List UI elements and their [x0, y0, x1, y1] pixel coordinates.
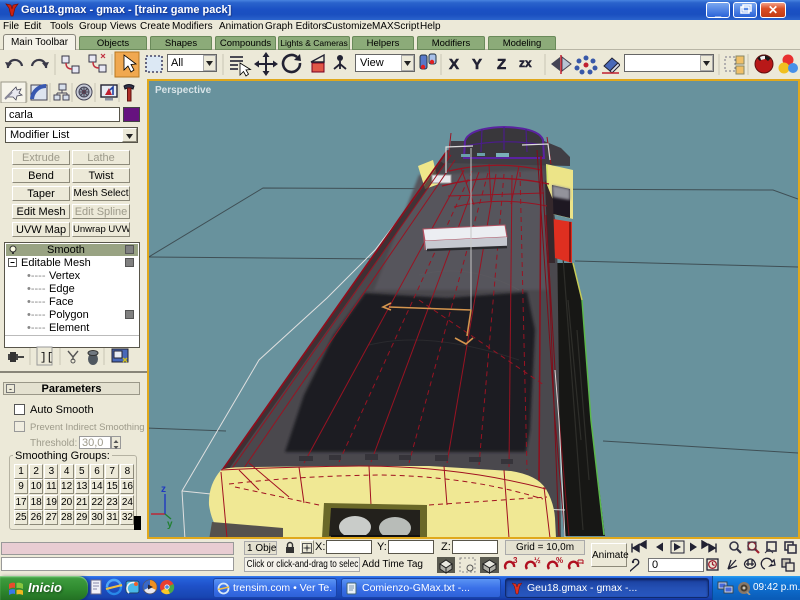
svg-text:y: y — [167, 519, 173, 530]
svg-text:zx: zx — [519, 56, 532, 70]
svg-text:X: X — [449, 56, 459, 73]
svg-text:½: ½ — [534, 556, 541, 565]
svg-text:%: % — [556, 556, 563, 565]
svg-text:Z: Z — [497, 56, 506, 73]
svg-text:3: 3 — [513, 556, 518, 565]
svg-text:Perspective: Perspective — [155, 85, 212, 96]
svg-text:][: ][ — [40, 352, 53, 364]
svg-text:z: z — [161, 484, 166, 495]
svg-text:Y: Y — [472, 56, 482, 73]
